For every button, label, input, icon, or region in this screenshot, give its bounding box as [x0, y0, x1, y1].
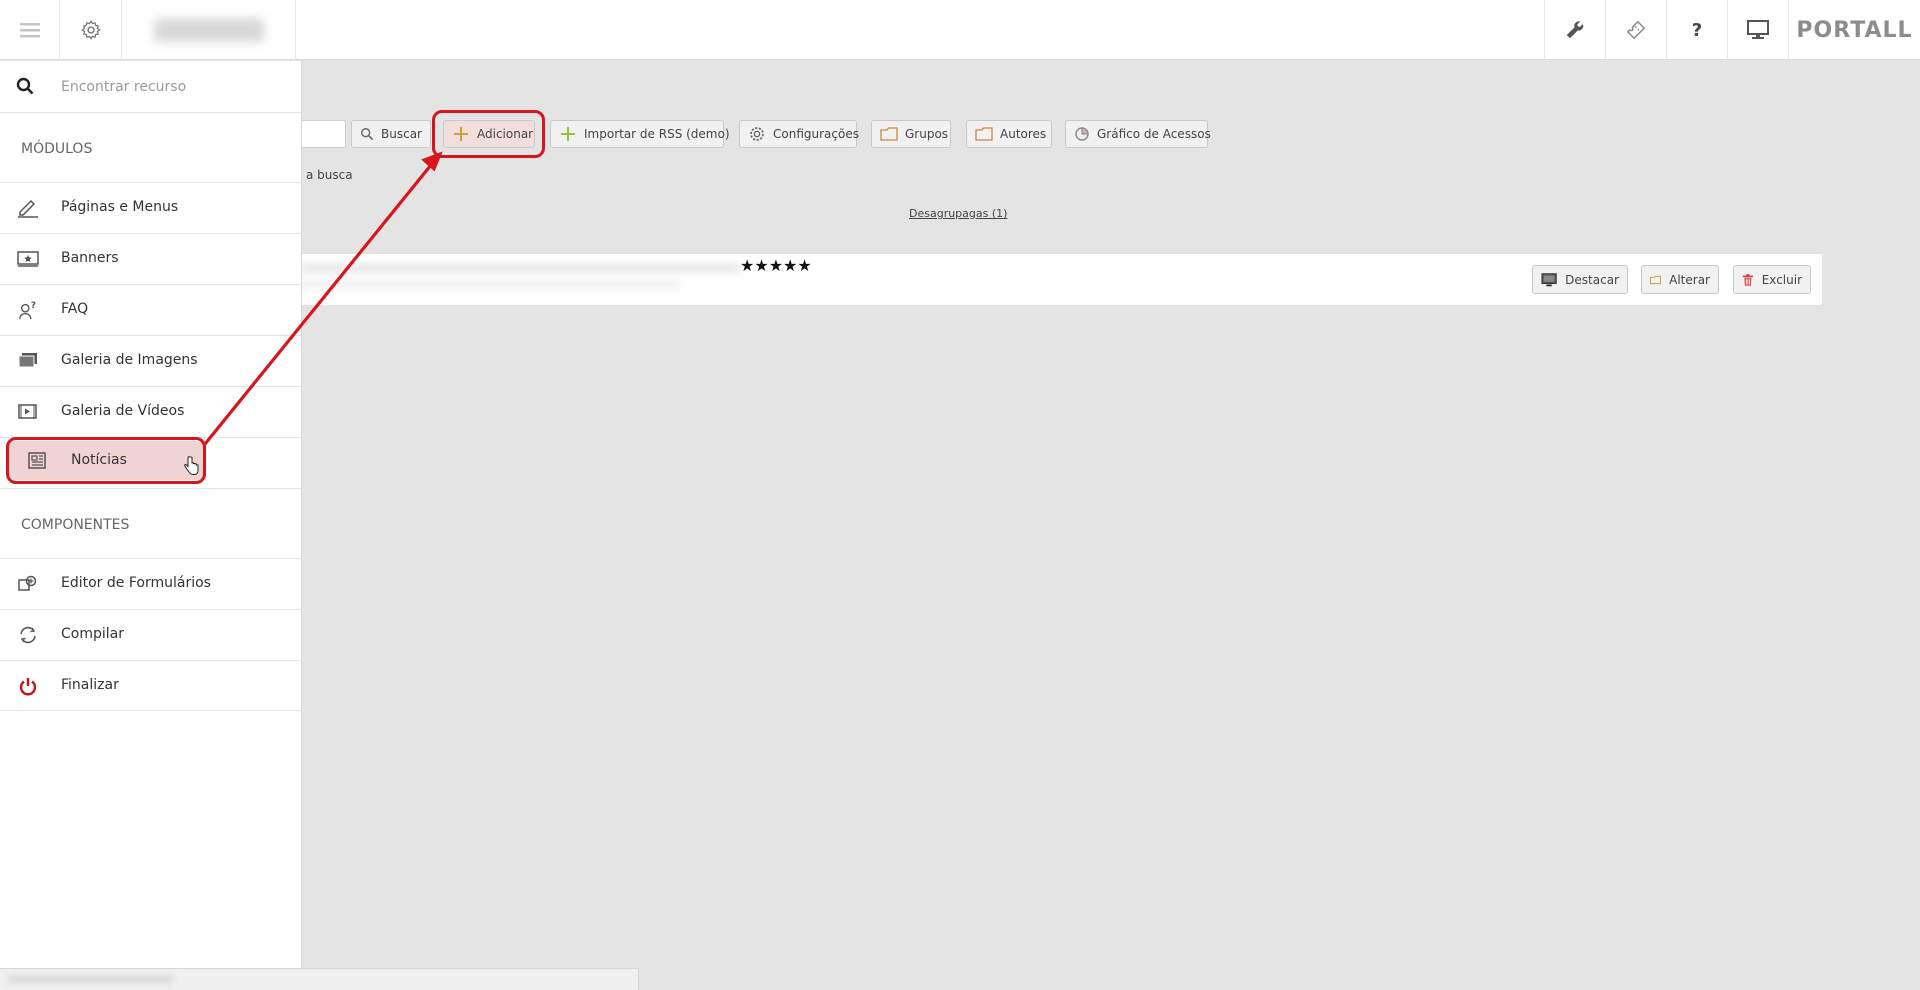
resource-search-placeholder: Encontrar recurso	[61, 79, 187, 95]
sidebar-item-image-gallery[interactable]: Galeria de Imagens	[0, 335, 301, 386]
sidebar-item-video-gallery[interactable]: Galeria de Vídeos	[0, 386, 301, 437]
pie-chart-icon	[1075, 127, 1089, 141]
folder-icon	[975, 127, 993, 141]
menu-button[interactable]	[0, 0, 60, 60]
add-button-highlight	[432, 110, 545, 158]
highlight-button-label: Destacar	[1565, 272, 1619, 287]
compile-icon	[20, 626, 36, 644]
gear-icon	[80, 20, 101, 40]
help-button[interactable]: ?	[1666, 0, 1727, 60]
search-button-label: Buscar	[381, 127, 422, 141]
sidebar-item-form-editor[interactable]: Editor de Formulários	[0, 558, 301, 609]
sidebar-item-label: Galeria de Imagens	[61, 352, 198, 368]
settings-toolbar-label: Configurações	[773, 127, 859, 141]
sidebar-item-label: Finalizar	[61, 677, 119, 693]
sidebar-item-pages-menus[interactable]: Páginas e Menus	[0, 182, 301, 233]
sidebar-item-logout[interactable]: Finalizar	[0, 660, 301, 711]
sidebar-item-faq[interactable]: ? FAQ	[0, 284, 301, 335]
folder-icon	[880, 127, 898, 141]
sidebar-divider	[0, 488, 301, 489]
search-hint-text: a busca	[306, 168, 353, 182]
tools-button[interactable]	[1544, 0, 1605, 60]
ticket-button[interactable]	[1605, 0, 1666, 60]
wrench-icon	[1566, 21, 1584, 39]
groups-button-label: Grupos	[905, 127, 949, 141]
groups-button[interactable]: Grupos	[871, 120, 951, 148]
power-icon	[19, 678, 37, 696]
search-icon	[16, 77, 34, 95]
search-button[interactable]: Buscar	[351, 120, 431, 148]
menu-icon	[19, 23, 40, 38]
item-title-blurred	[300, 263, 740, 273]
settings-button[interactable]	[60, 0, 122, 60]
plus-icon	[561, 127, 575, 141]
gear-icon	[750, 127, 764, 141]
highlight-button[interactable]: Destacar	[1532, 265, 1628, 294]
access-chart-label: Gráfico de Acessos	[1097, 127, 1211, 141]
sidebar-item-label: Galeria de Vídeos	[61, 403, 185, 419]
edit-button[interactable]: Alterar	[1641, 265, 1719, 294]
authors-button[interactable]: Autores	[966, 120, 1052, 148]
modules-heading: MÓDULOS	[21, 141, 93, 157]
help-icon: ?	[1691, 19, 1703, 41]
trash-icon	[1742, 273, 1753, 286]
rating-stars: ★★★★★	[740, 256, 812, 275]
item-subtitle-blurred	[300, 280, 680, 288]
status-text-blurred	[8, 975, 173, 984]
ungrouped-link[interactable]: Desagrupagas (1)	[909, 207, 1007, 220]
settings-toolbar-button[interactable]: Configurações	[739, 120, 859, 148]
delete-button-label: Excluir	[1761, 272, 1802, 287]
pencil-icon	[18, 199, 38, 218]
ticket-icon	[1626, 20, 1646, 40]
banner-icon	[17, 251, 39, 267]
authors-button-label: Autores	[1000, 127, 1047, 141]
site-logo[interactable]	[122, 0, 296, 60]
magnifier-icon	[361, 128, 374, 141]
side-menu: Encontrar recurso MÓDULOS Páginas e Menu…	[0, 61, 302, 990]
brand-name: PORTALL	[1796, 17, 1913, 43]
sidebar-item-compile[interactable]: Compilar	[0, 609, 301, 660]
video-gallery-icon	[18, 404, 37, 419]
sidebar-item-label: FAQ	[61, 301, 89, 317]
faq-icon: ?	[19, 301, 36, 320]
top-bar: ? PORTALL	[0, 0, 1920, 60]
sidebar-item-banners[interactable]: Banners	[0, 233, 301, 284]
sidebar-item-label: Banners	[61, 250, 119, 266]
sidebar-item-label: Editor de Formulários	[61, 575, 211, 591]
monitor-icon	[1747, 20, 1769, 39]
components-heading: COMPONENTES	[21, 517, 130, 533]
sidebar-item-label: Páginas e Menus	[61, 199, 179, 215]
svg-text:?: ?	[31, 301, 36, 311]
resource-search[interactable]: Encontrar recurso	[0, 61, 301, 113]
news-item-highlight	[6, 437, 206, 484]
preview-site-button[interactable]	[1727, 0, 1788, 60]
monitor-icon	[1541, 272, 1557, 286]
brand-logo[interactable]: PORTALL	[1788, 0, 1920, 60]
edit-button-label: Alterar	[1669, 272, 1710, 287]
folder-icon	[1650, 275, 1661, 284]
access-chart-button[interactable]: Gráfico de Acessos	[1065, 120, 1211, 148]
site-logo-image	[153, 18, 264, 42]
delete-button[interactable]: Excluir	[1733, 265, 1811, 294]
import-rss-label: Importar de RSS (demo)	[584, 127, 730, 141]
image-gallery-icon	[18, 353, 37, 368]
sidebar-item-label: Compilar	[61, 626, 124, 642]
form-editor-icon	[18, 575, 37, 591]
import-rss-button[interactable]: Importar de RSS (demo)	[550, 120, 730, 148]
